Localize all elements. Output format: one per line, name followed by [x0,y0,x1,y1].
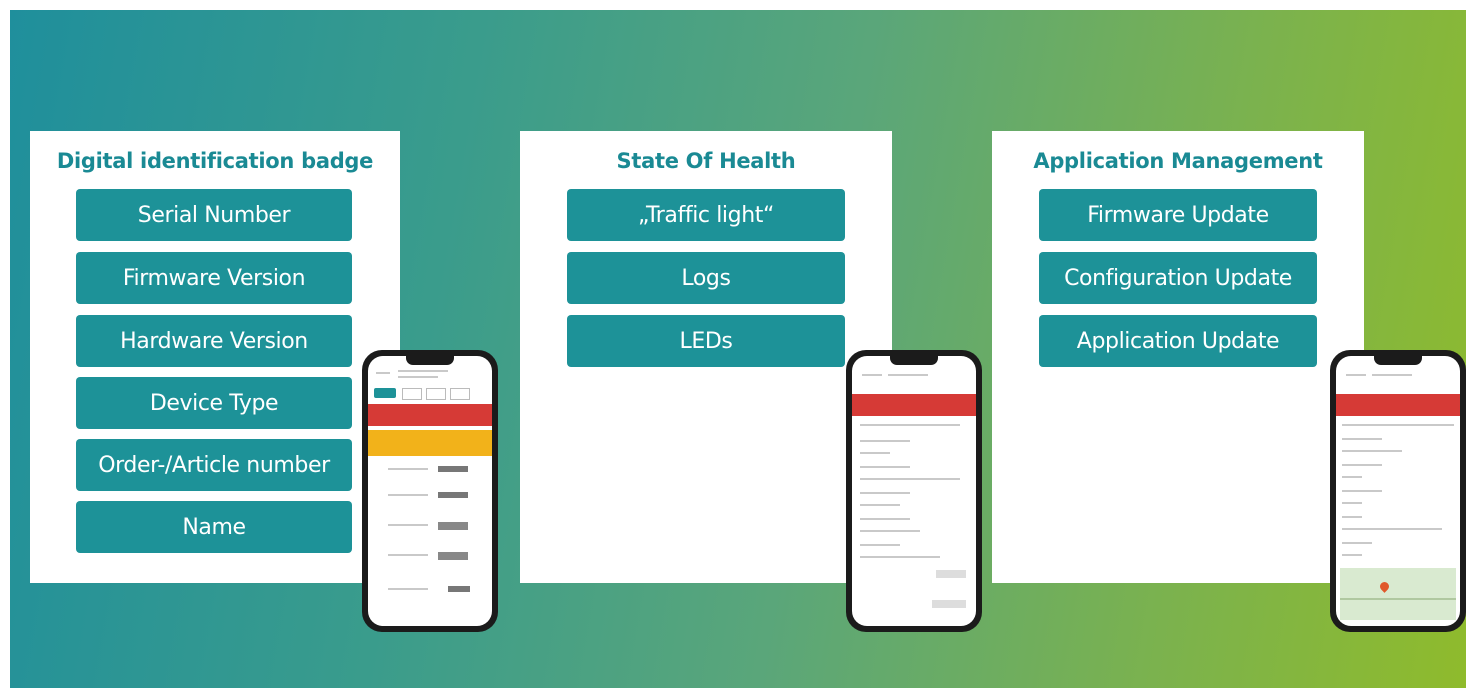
phone-screen [368,356,492,626]
traffic-light-button[interactable]: „Traffic light“ [567,189,845,241]
panel-application-management: Application Management Firmware Update C… [992,131,1364,583]
alert-header-bar [852,394,976,416]
panel-digital-identification-badge: Digital identification badge Serial Numb… [30,131,400,583]
panel-title: Digital identification badge [56,149,374,173]
phone-screen [1336,356,1460,626]
alert-header-bar [1336,394,1460,416]
firmware-update-button[interactable]: Firmware Update [1039,189,1317,241]
panel-title: Application Management [1033,149,1323,173]
panel-title: State Of Health [616,149,796,173]
alert-row [368,404,492,426]
hardware-version-button[interactable]: Hardware Version [76,315,352,367]
phone-configuration-mockup [1330,350,1466,632]
configuration-update-button[interactable]: Configuration Update [1039,252,1317,304]
panel-state-of-health: State Of Health „Traffic light“ Logs LED… [520,131,892,583]
device-type-button[interactable]: Device Type [76,377,352,429]
map-pin-icon [1378,580,1391,593]
firmware-version-button[interactable]: Firmware Version [76,252,352,304]
name-button[interactable]: Name [76,501,352,553]
phone-device-detail-mockup [846,350,982,632]
serial-number-button[interactable]: Serial Number [76,189,352,241]
phone-screen [852,356,976,626]
gradient-background: Digital identification badge Serial Numb… [10,10,1466,688]
warning-row [368,430,492,456]
logs-button[interactable]: Logs [567,252,845,304]
leds-button[interactable]: LEDs [567,315,845,367]
application-update-button[interactable]: Application Update [1039,315,1317,367]
phone-device-list-mockup [362,350,498,632]
map-thumbnail [1340,568,1456,620]
order-article-number-button[interactable]: Order-/Article number [76,439,352,491]
